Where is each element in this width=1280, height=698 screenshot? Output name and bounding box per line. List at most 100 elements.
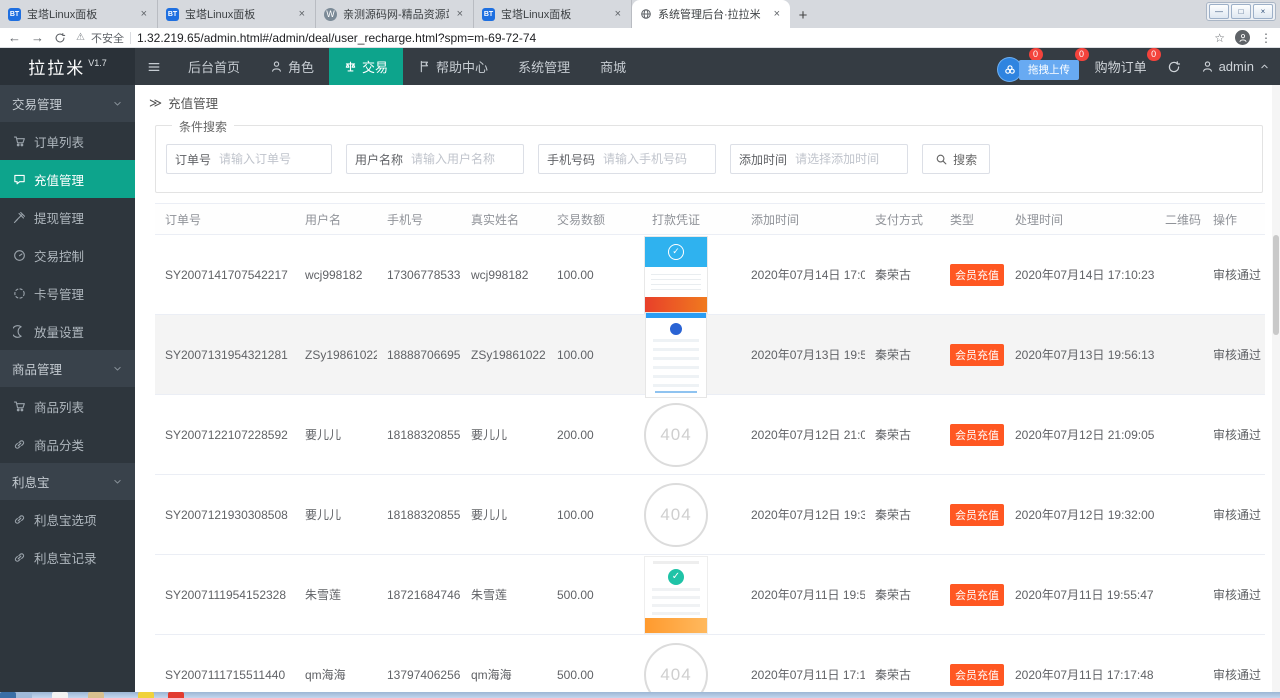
sidebar-item-卡号管理[interactable]: 卡号管理 (0, 274, 135, 312)
sidebar-group-label: 交易管理 (12, 98, 63, 112)
taskbar-app-2[interactable] (52, 692, 68, 698)
nav-item-后台首页[interactable]: 后台首页 (173, 48, 255, 85)
sidebar-group-利息宝[interactable]: 利息宝 (0, 463, 135, 500)
sidebar-item-交易控制[interactable]: 交易控制 (0, 236, 135, 274)
forward-icon[interactable]: → (31, 31, 44, 44)
back-icon[interactable]: ← (8, 31, 21, 44)
cell-pay-method: 秦荣古 (875, 668, 912, 682)
sidebar-item-放量设置[interactable]: 放量设置 (0, 312, 135, 350)
reload-icon[interactable] (54, 32, 66, 44)
sidebar-item-订单列表[interactable]: 订单列表 (0, 122, 135, 160)
voucher-image[interactable]: ✓ (644, 235, 708, 314)
tab-close-icon[interactable]: × (455, 8, 465, 20)
nav-item-label: 系统管理 (518, 60, 571, 75)
voucher-image[interactable]: ✓ (644, 555, 708, 634)
cell-add-time: 2020年07月12日 21:07:22 (751, 428, 865, 442)
cell-amount: 100.00 (557, 507, 594, 522)
cell-order-no: SY2007141707542217 (165, 267, 288, 282)
cell-amount: 100.00 (557, 267, 594, 282)
tab-close-icon[interactable]: × (297, 8, 307, 20)
page-refresh-button[interactable] (1167, 60, 1181, 74)
tab-close-icon[interactable]: × (613, 8, 623, 20)
sidebar-item-提现管理[interactable]: 提现管理 (0, 198, 135, 236)
nav-item-商城[interactable]: 商城 (585, 48, 641, 85)
taskbar-app-4[interactable] (138, 692, 154, 698)
logo-text: 拉拉米 (28, 59, 86, 78)
sidebar-item-label: 利息宝记录 (34, 551, 97, 566)
search-input-订单号[interactable] (219, 152, 332, 166)
cell-order-no: SY2007121930308508 (165, 507, 288, 522)
sidebar-item-充值管理[interactable]: 充值管理 (0, 160, 135, 198)
cell-pay-method: 秦荣古 (875, 508, 912, 522)
search-field-group: 手机号码 (538, 144, 717, 174)
refresh-icon (1168, 60, 1180, 72)
cell-voucher (611, 311, 741, 398)
browser-menu-icon[interactable]: ⋮ (1260, 31, 1272, 45)
type-badge: 会员充值 (950, 423, 1004, 446)
profile-avatar-icon[interactable] (1235, 30, 1250, 45)
search-field-label: 用户名称 (355, 152, 404, 167)
taskbar-app-5[interactable] (168, 692, 184, 698)
browser-tab[interactable]: 系统管理后台·拉拉米 × (632, 0, 790, 28)
tab-close-icon[interactable]: × (772, 8, 782, 20)
drag-upload-widget[interactable]: 拖拽上传 (998, 58, 1079, 81)
chevron-down-icon (114, 101, 121, 106)
screen: BT 宝塔Linux面板 × BT 宝塔Linux面板 × W 亲测源码网-精品资源站长亲测 ×… (0, 0, 1280, 698)
column-header: 支付方式 (875, 212, 924, 227)
scrollbar[interactable] (1272, 85, 1280, 692)
sidebar-item-利息宝记录[interactable]: 利息宝记录 (0, 538, 135, 576)
tab-close-icon[interactable]: × (139, 8, 149, 20)
sidebar-item-利息宝选项[interactable]: 利息宝选项 (0, 500, 135, 538)
new-tab-button[interactable]: + (790, 2, 816, 28)
close-button[interactable]: × (1253, 4, 1273, 19)
cell-pay-method: 秦荣古 (875, 348, 912, 362)
taskbar-start[interactable] (0, 692, 16, 698)
nav-item-系统管理[interactable]: 系统管理 (503, 48, 585, 85)
chevron-up-icon (1261, 64, 1268, 69)
nav-item-角色[interactable]: 角色 (255, 48, 329, 85)
tab-title: 亲测源码网-精品资源站长亲测 (343, 9, 449, 21)
browser-tab[interactable]: BT 宝塔Linux面板 × (0, 0, 158, 28)
nav-item-帮助中心[interactable]: 帮助中心 (403, 48, 503, 85)
minimize-button[interactable]: — (1209, 4, 1229, 19)
cart-icon (13, 135, 25, 146)
browser-tab[interactable]: W 亲测源码网-精品资源站长亲测 × (316, 0, 474, 28)
table-row: SY2007141707542217 wcj998182 17306778533 wc… (155, 235, 1265, 315)
search-input-用户名称[interactable] (411, 152, 524, 166)
tab-strip: BT 宝塔Linux面板 × BT 宝塔Linux面板 × W 亲测源码网-精品资源站长亲测 ×… (0, 0, 1280, 28)
browser-tab[interactable]: BT 宝塔Linux面板 × (474, 0, 632, 28)
restore-button[interactable]: □ (1231, 4, 1251, 19)
nav-item-交易[interactable]: 交易 (329, 48, 404, 85)
nav-badge-item-购物订单[interactable]: 购物订单 0 (1095, 48, 1161, 76)
cell-status: 审核通过 (1213, 268, 1262, 282)
search-input-手机号码[interactable] (603, 152, 716, 166)
search-input-添加时间[interactable] (795, 152, 908, 166)
column-header: 真实姓名 (471, 212, 520, 227)
voucher-404-placeholder: 404 (644, 642, 708, 692)
browser-tab[interactable]: BT 宝塔Linux面板 × (158, 0, 316, 28)
scrollbar-thumb[interactable] (1273, 235, 1279, 335)
sidebar-group-交易管理[interactable]: 交易管理 (0, 85, 135, 122)
address-bar[interactable]: ⚠ 不安全 1.32.219.65/admin.html#/admin/deal… (76, 29, 1204, 46)
cell-real-name: 要儿儿 (471, 508, 508, 522)
cell-real-name: wcj998182 (471, 267, 529, 282)
app-logo: 拉拉米 V1.7 (0, 48, 135, 85)
window-controls: — □ × (1206, 2, 1276, 21)
cell-type: 会员充值 (940, 583, 1005, 606)
taskbar-app-1[interactable] (16, 692, 32, 698)
voucher-image[interactable] (645, 311, 707, 398)
bt-logo-icon: BT (166, 7, 179, 21)
link-icon (14, 439, 25, 449)
sidebar-item-商品分类[interactable]: 商品分类 (0, 425, 135, 463)
taskbar-app-3[interactable] (88, 692, 104, 698)
sidebar-item-商品列表[interactable]: 商品列表 (0, 387, 135, 425)
sidebar-item-label: 提现管理 (34, 211, 85, 226)
sidebar-group-商品管理[interactable]: 商品管理 (0, 350, 135, 387)
menu-toggle-icon[interactable] (135, 48, 173, 85)
breadcrumb: ≫ 充值管理 (135, 85, 1272, 112)
user-menu[interactable]: admin (1201, 59, 1270, 74)
search-button[interactable]: 搜索 (922, 144, 991, 174)
cell-order-no: SY2007131954321281 (165, 347, 288, 362)
bookmark-star-icon[interactable]: ☆ (1214, 31, 1225, 45)
person-icon (272, 61, 281, 72)
